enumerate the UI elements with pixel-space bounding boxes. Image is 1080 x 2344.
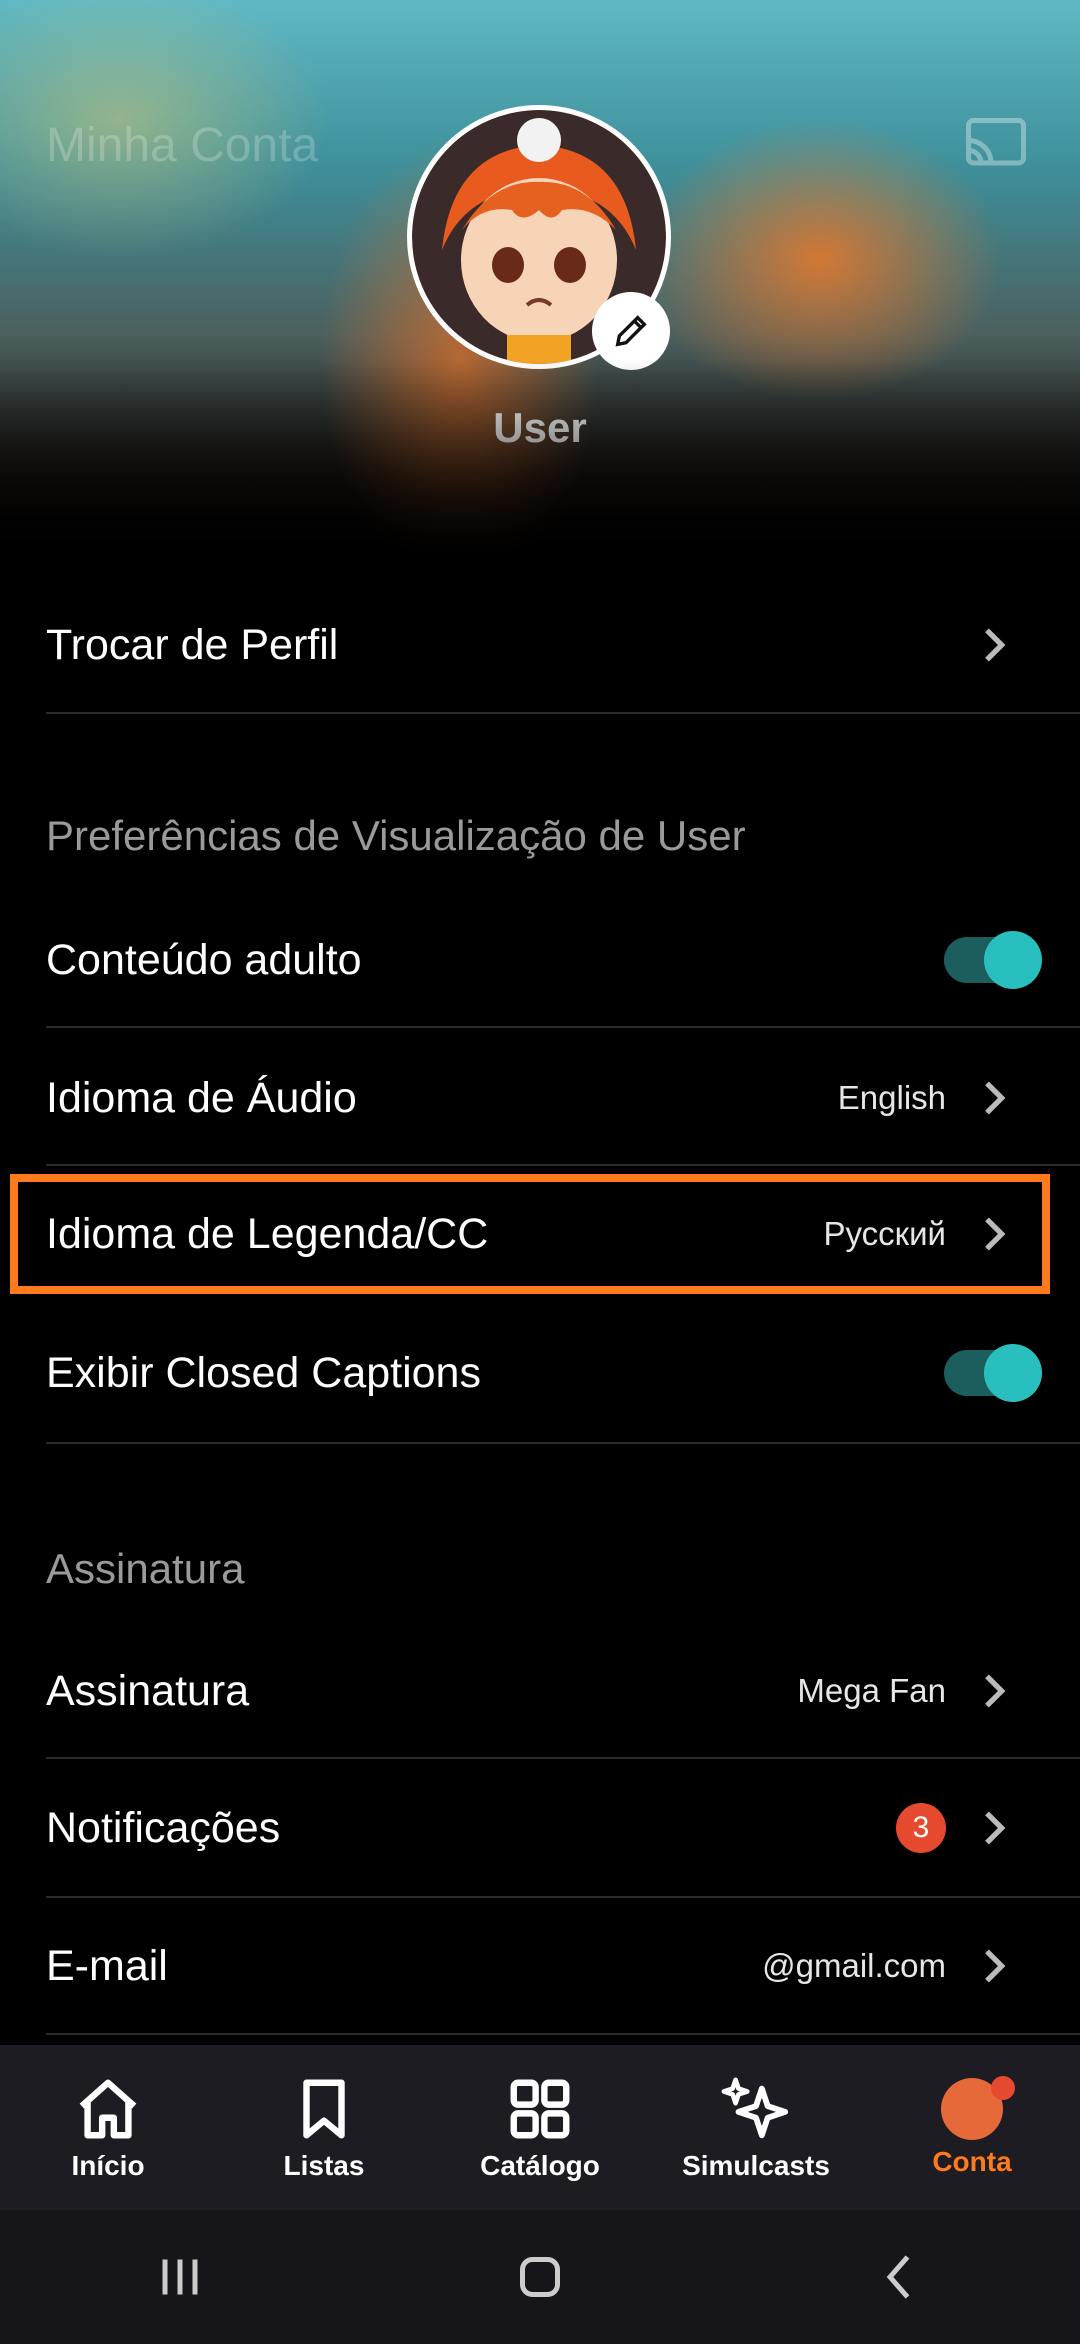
pencil-icon (615, 315, 647, 347)
email-label: E-mail (46, 1941, 168, 1990)
email-value: @gmail.com (762, 1947, 946, 1984)
adult-content-toggle[interactable] (944, 931, 1042, 989)
nav-catalog[interactable]: Catálogo (432, 2045, 648, 2210)
audio-language-value: English (837, 1079, 946, 1116)
nav-simulcasts-label: Simulcasts (682, 2149, 830, 2181)
subscription-label: Assinatura (46, 1666, 250, 1715)
divider (46, 1442, 1080, 1444)
grid-icon (510, 2079, 570, 2138)
subscription-row[interactable]: Assinatura Mega Fan (46, 1651, 1040, 1731)
edit-avatar-button[interactable] (592, 292, 670, 370)
adult-content-label: Conteúdo adulto (46, 935, 362, 984)
subtitle-language-row[interactable]: Idioma de Legenda/CC Русский (46, 1194, 1040, 1274)
profile-name: User (493, 404, 587, 451)
audio-language-label: Idioma de Áudio (46, 1073, 357, 1122)
notification-dot (991, 2075, 1015, 2100)
nav-catalog-label: Catálogo (480, 2149, 600, 2181)
nav-home[interactable]: Início (0, 2045, 216, 2210)
avatar-icon (941, 2075, 1015, 2140)
profile-banner: Minha Conta User (0, 0, 1080, 560)
preferences-section-title: Preferências de Visualização de User (46, 812, 746, 859)
recent-apps-icon[interactable] (150, 2247, 210, 2307)
switch-profile-label: Trocar de Perfil (46, 620, 339, 669)
nav-simulcasts[interactable]: Simulcasts (648, 2045, 864, 2210)
divider (46, 1757, 1080, 1759)
subtitle-language-value: Русский (823, 1215, 946, 1252)
nav-lists[interactable]: Listas (216, 2045, 432, 2210)
chevron-right-icon (985, 1811, 1006, 1845)
chevron-right-icon (985, 1674, 1006, 1708)
bottom-navigation: Início Listas Catálogo Simulcasts Conta (0, 2045, 1080, 2210)
closed-captions-label: Exibir Closed Captions (46, 1348, 481, 1397)
divider (46, 2033, 1080, 2035)
divider (46, 1896, 1080, 1898)
nav-account[interactable]: Conta (864, 2045, 1080, 2210)
chevron-right-icon (985, 1081, 1006, 1115)
subscription-value: Mega Fan (797, 1672, 946, 1709)
bookmark-icon (303, 2079, 345, 2138)
closed-captions-toggle[interactable] (944, 1344, 1042, 1402)
system-navigation (0, 2210, 1080, 2344)
notifications-count-badge: 3 (896, 1803, 946, 1853)
cast-icon[interactable] (966, 118, 1026, 168)
chevron-right-icon (985, 628, 1006, 662)
switch-profile-row[interactable]: Trocar de Perfil (46, 605, 1040, 685)
divider (46, 1164, 1080, 1166)
notifications-label: Notificações (46, 1803, 281, 1852)
notifications-row[interactable]: Notificações 3 (46, 1788, 1040, 1868)
sparkle-icon (721, 2077, 789, 2138)
nav-lists-label: Listas (283, 2149, 365, 2181)
page-title: Minha Conta (46, 119, 319, 172)
subtitle-language-label: Idioma de Legenda/CC (46, 1209, 489, 1258)
nav-account-label: Conta (932, 2145, 1012, 2177)
back-icon[interactable] (870, 2247, 930, 2307)
divider (46, 712, 1080, 714)
subscription-section-title: Assinatura (46, 1545, 245, 1592)
closed-captions-row[interactable]: Exibir Closed Captions (46, 1333, 1042, 1413)
home-icon (79, 2079, 137, 2138)
adult-content-row[interactable]: Conteúdo adulto (46, 920, 1042, 1000)
toggle-knob (984, 931, 1042, 989)
nav-home-label: Início (71, 2149, 145, 2181)
divider (46, 1026, 1080, 1028)
toggle-knob (984, 1344, 1042, 1402)
home-button-icon[interactable] (510, 2247, 570, 2307)
chevron-right-icon (985, 1217, 1006, 1251)
audio-language-row[interactable]: Idioma de Áudio English (46, 1058, 1040, 1138)
email-row[interactable]: E-mail @gmail.com (46, 1926, 1040, 2006)
chevron-right-icon (985, 1949, 1006, 1983)
